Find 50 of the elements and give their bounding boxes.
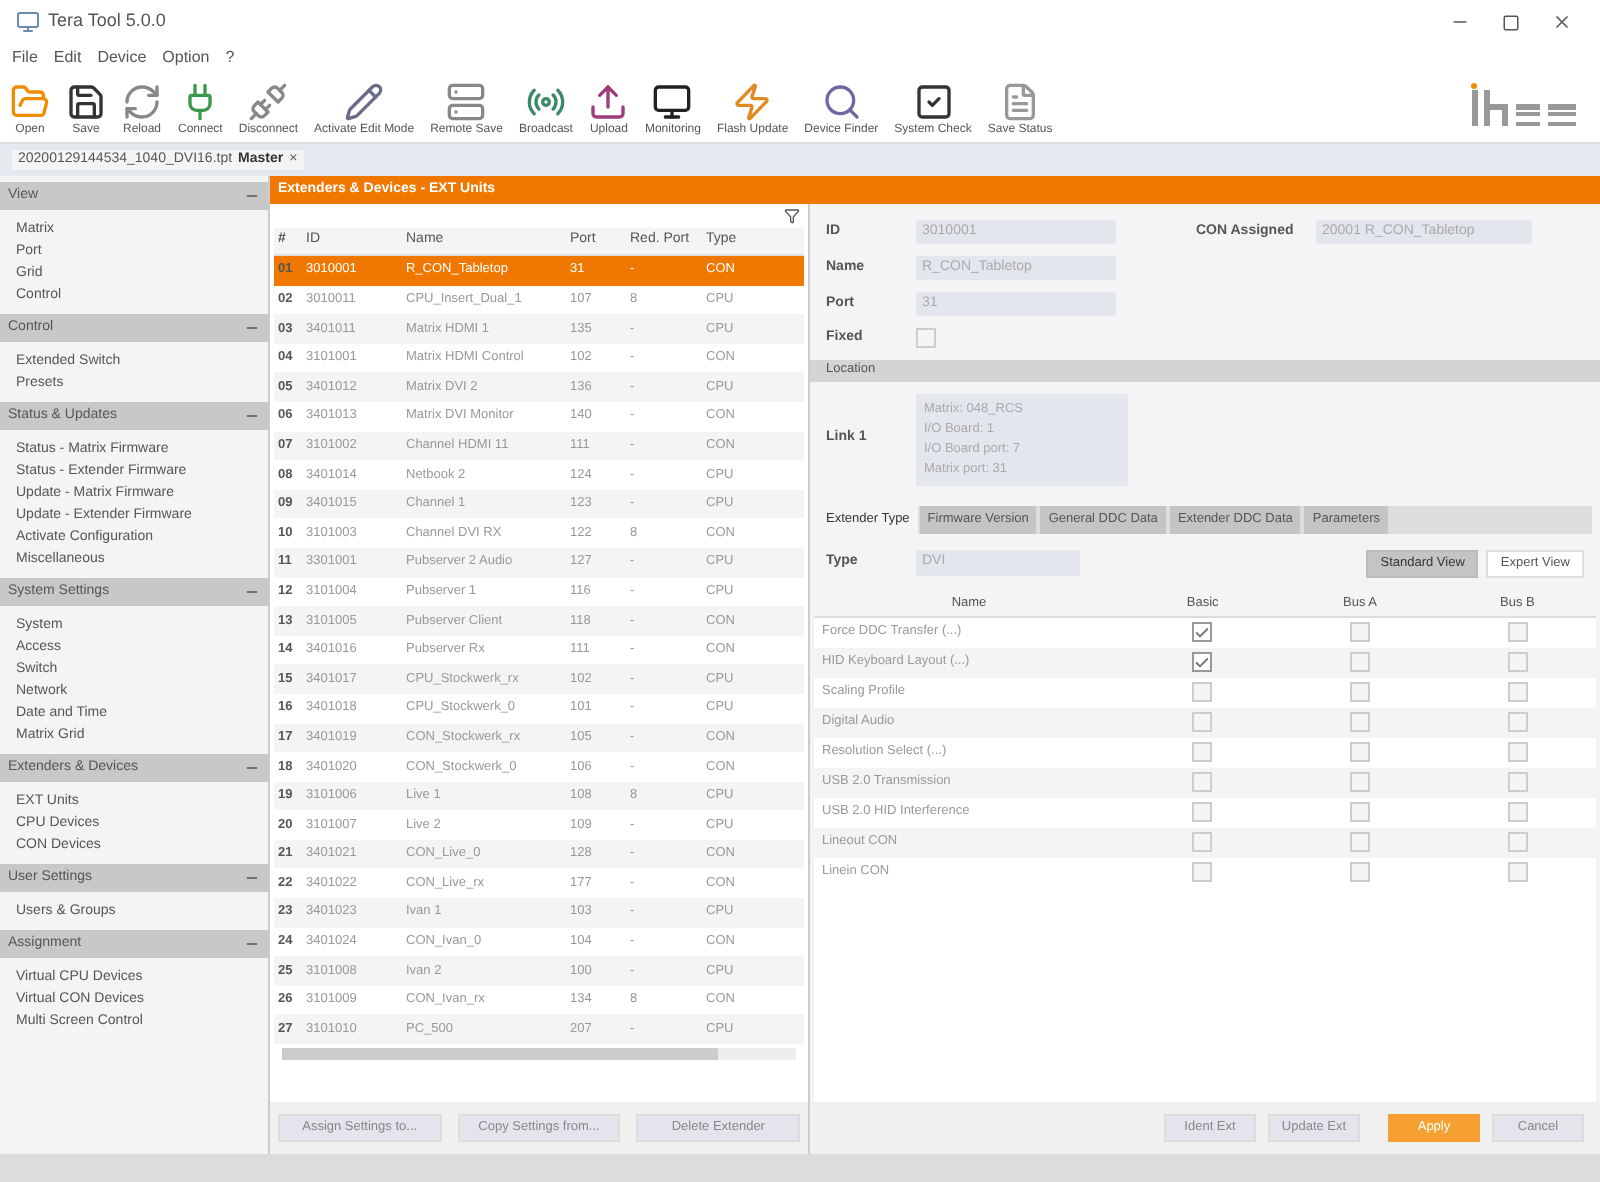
document-icon [1000, 82, 1041, 122]
lightning-icon [732, 82, 773, 122]
checkbox[interactable] [1350, 832, 1370, 852]
checkbox[interactable] [1350, 622, 1370, 642]
checkbox[interactable] [1507, 742, 1528, 762]
check-square-icon [913, 82, 954, 122]
filter-icon[interactable] [784, 208, 800, 224]
checkbox[interactable] [1507, 682, 1528, 702]
checkbox[interactable] [1350, 652, 1370, 672]
checkbox[interactable] [916, 328, 936, 349]
server-icon [446, 82, 487, 122]
checkbox[interactable] [1507, 832, 1528, 852]
menu-item[interactable]: File [12, 46, 38, 70]
checkbox[interactable] [1192, 802, 1213, 822]
checkbox[interactable] [1350, 772, 1370, 792]
app-icon [16, 10, 40, 34]
checkbox[interactable] [1507, 862, 1528, 882]
checkbox[interactable] [1192, 832, 1213, 852]
pencil-icon [344, 82, 385, 122]
unplug-icon [248, 82, 289, 122]
close-icon[interactable] [1552, 12, 1572, 32]
checkbox[interactable] [1350, 802, 1370, 822]
checkbox[interactable] [1507, 652, 1528, 672]
checkbox[interactable] [1507, 772, 1528, 792]
checkbox[interactable] [1350, 742, 1370, 762]
monitor-icon [652, 82, 693, 122]
refresh-icon [122, 82, 162, 122]
checkbox[interactable] [1192, 742, 1213, 762]
upload-icon [588, 82, 629, 122]
window-title: Tera Tool 5.0.0 [48, 8, 168, 35]
menu-item[interactable]: Device [97, 46, 147, 70]
checkbox[interactable] [1192, 652, 1213, 672]
menu-item[interactable]: Edit [53, 46, 82, 70]
checkbox[interactable] [1350, 682, 1370, 702]
checkbox[interactable] [1192, 682, 1213, 702]
checkbox[interactable] [1192, 772, 1213, 792]
search-icon [821, 82, 862, 122]
checkbox[interactable] [1507, 802, 1528, 822]
checkbox[interactable] [1507, 712, 1528, 732]
checkbox[interactable] [1350, 712, 1370, 732]
menu-item[interactable]: ? [225, 46, 235, 70]
horizontal-scrollbar[interactable] [282, 1048, 796, 1061]
checkbox[interactable] [1350, 862, 1370, 882]
maximize-icon[interactable] [1502, 13, 1520, 31]
checkbox[interactable] [1192, 712, 1213, 732]
checkbox[interactable] [1507, 622, 1528, 642]
menu-item[interactable]: Option [162, 46, 210, 70]
checkbox[interactable] [1192, 862, 1213, 882]
checkbox[interactable] [1192, 622, 1213, 642]
folder-icon [10, 82, 50, 122]
